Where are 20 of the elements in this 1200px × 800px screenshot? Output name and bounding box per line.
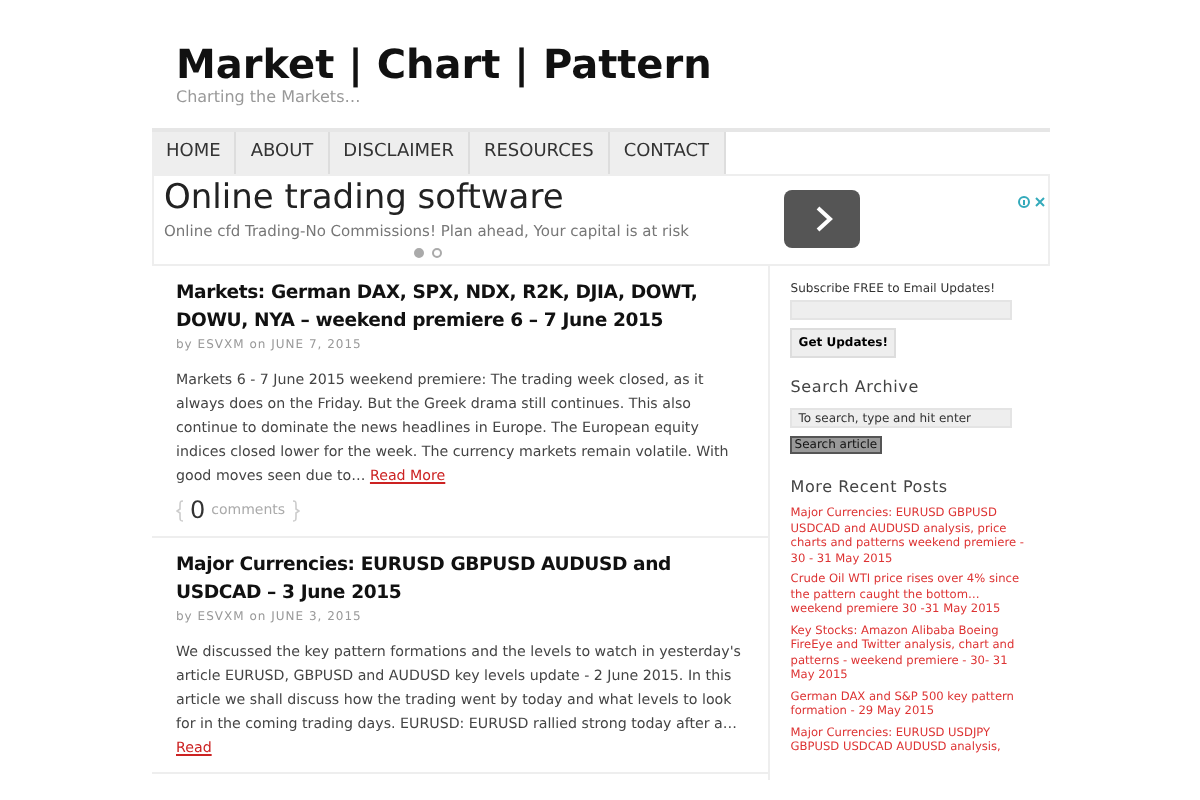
carousel-dot[interactable] bbox=[414, 248, 424, 258]
comment-count[interactable]: 0 bbox=[190, 496, 206, 524]
chevron-right-icon bbox=[816, 206, 833, 232]
sidebar-heading: Search Archive bbox=[790, 378, 921, 396]
nav-link[interactable]: RESOURCES bbox=[469, 132, 610, 174]
post-title[interactable]: Markets: German DAX, SPX, NDX, R2K, DJIA, DOWT, DOWU, NYA – weekend premiere 6 – 7 June 2015 bbox=[176, 280, 745, 336]
site-tagline: Charting the Markets… bbox=[176, 88, 363, 106]
nav-link[interactable]: CONTACT bbox=[609, 132, 725, 174]
sidebar-heading: More Recent Posts bbox=[790, 478, 950, 496]
nav-link[interactable]: HOME bbox=[152, 132, 237, 174]
email-field[interactable] bbox=[790, 300, 1013, 320]
next-button[interactable] bbox=[784, 190, 860, 248]
left-brace-icon bbox=[176, 499, 184, 521]
right-brace-icon bbox=[291, 499, 300, 521]
carousel-dot[interactable] bbox=[432, 248, 442, 258]
nav-link[interactable]: ABOUT bbox=[236, 132, 330, 174]
site-title[interactable]: Market | Chart | Pattern bbox=[176, 40, 1200, 88]
nav-link[interactable]: DISCLAIMER bbox=[329, 132, 470, 174]
post-title[interactable]: Major Currencies: EURUSD GBPUSD AUDUSD and USDCAD – 3 June 2015 bbox=[176, 552, 745, 608]
ad-headline[interactable]: Online trading software bbox=[164, 178, 564, 218]
